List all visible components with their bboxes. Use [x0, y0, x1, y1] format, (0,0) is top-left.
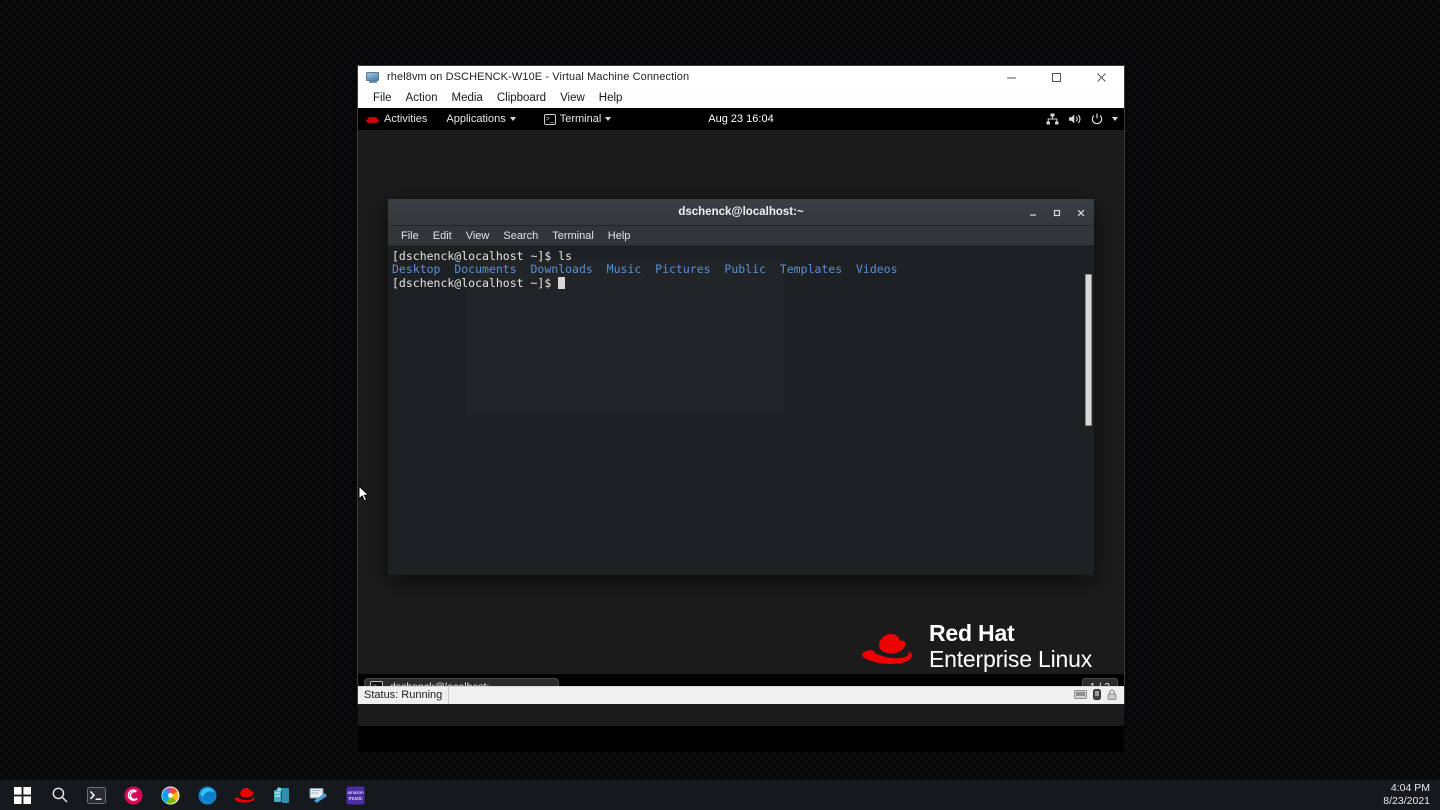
rhel-brand-line1: Red Hat [929, 620, 1015, 646]
terminal-titlebar[interactable]: dschenck@localhost:~ [388, 199, 1094, 226]
windows-taskbar: amazon music 4:04 PM 8/23/2021 [0, 780, 1440, 810]
teams-icon[interactable] [263, 780, 300, 810]
terminal-menu-view[interactable]: View [459, 228, 497, 244]
dir-templates: Templates [779, 262, 843, 277]
dir-music: Music [606, 262, 642, 277]
vm-window-controls [989, 66, 1124, 88]
vm-menu-file[interactable]: File [366, 90, 399, 106]
rhel-brand-line2: Enterprise Linux [929, 646, 1092, 672]
chevron-down-icon [605, 117, 612, 121]
terminal-window-controls [1024, 199, 1090, 226]
vm-menu-view[interactable]: View [553, 90, 592, 106]
svg-text:amazon: amazon [347, 790, 364, 795]
gnome-top-bar: Activities Applications >_ Terminal Aug … [358, 108, 1124, 130]
terminal-minimize-button[interactable] [1024, 204, 1042, 222]
chevron-down-icon [509, 117, 516, 121]
terminal-scrollbar[interactable] [1085, 274, 1092, 426]
svg-text:music: music [348, 796, 362, 802]
vm-menu-action[interactable]: Action [399, 90, 445, 106]
windows-terminal-icon[interactable] [78, 780, 115, 810]
terminal-line: [dschenck@localhost ~]$ [392, 275, 1088, 290]
amazon-music-icon[interactable]: amazon music [337, 780, 374, 810]
vm-status-bar: Status: Running [358, 686, 1124, 704]
debian-icon[interactable] [115, 780, 152, 810]
terminal-maximize-button[interactable] [1048, 204, 1066, 222]
windows-desktop: rhel8vm on DSCHENCK-W10E - Virtual Machi… [0, 0, 1440, 810]
terminal-menu-terminal[interactable]: Terminal [545, 228, 601, 244]
vm-status-icons [1074, 687, 1124, 705]
virtual-machine-icon [365, 69, 381, 85]
taskbar-clock-time: 4:04 PM [1390, 782, 1430, 794]
terminal-icon: >_ [543, 113, 556, 125]
vm-minimize-button[interactable] [989, 66, 1034, 88]
dir-public: Public [724, 262, 766, 277]
start-button[interactable] [4, 780, 41, 810]
vm-menu-media[interactable]: Media [445, 90, 490, 106]
taskbar-icons: amazon music [0, 780, 374, 810]
gnome-clock-label[interactable]: Aug 23 16:04 [700, 110, 781, 128]
terminal-prompt: [dschenck@localhost ~]$ [392, 249, 559, 263]
usb-device-icon[interactable] [1093, 687, 1101, 705]
taskbar-clock-date: 8/23/2021 [1383, 795, 1430, 807]
activities-button[interactable]: Activities [358, 113, 427, 125]
remote-desktop-icon[interactable] [300, 780, 337, 810]
network-icon [1046, 113, 1059, 125]
chevron-down-icon[interactable] [1112, 117, 1118, 121]
rhel-desktop: Activities Applications >_ Terminal Aug … [358, 108, 1124, 726]
vm-window-title: rhel8vm on DSCHENCK-W10E - Virtual Machi… [387, 71, 690, 83]
current-app-label: Terminal [559, 113, 602, 125]
virtual-machine-connection-window: rhel8vm on DSCHENCK-W10E - Virtual Machi… [358, 66, 1124, 752]
red-hat-enterprise-linux-branding: Red Hat Enterprise Linux [859, 622, 1092, 671]
gnome-terminal-window: dschenck@localhost:~ File Edit View Sear… [388, 199, 1094, 575]
vm-close-button[interactable] [1079, 66, 1124, 88]
dir-videos: Videos [855, 262, 898, 277]
colorful-app-icon[interactable] [152, 780, 189, 810]
lock-icon[interactable] [1107, 687, 1117, 705]
terminal-title: dschenck@localhost:~ [678, 206, 804, 218]
guest-screen[interactable]: Activities Applications >_ Terminal Aug … [358, 108, 1124, 752]
microsoft-edge-icon[interactable] [189, 780, 226, 810]
terminal-menu-bar: File Edit View Search Terminal Help [388, 226, 1094, 246]
terminal-output-area[interactable]: [dschenck@localhost ~]$ ls Desktop Docum… [388, 246, 1094, 575]
terminal-cursor [558, 276, 566, 289]
volume-icon [1068, 113, 1082, 125]
red-hat-icon [366, 114, 379, 124]
terminal-menu-file[interactable]: File [394, 228, 426, 244]
dir-desktop: Desktop [392, 262, 441, 277]
vm-window-titlebar[interactable]: rhel8vm on DSCHENCK-W10E - Virtual Machi… [358, 66, 1124, 88]
vm-menu-clipboard[interactable]: Clipboard [490, 90, 553, 106]
terminal-menu-edit[interactable]: Edit [426, 228, 459, 244]
search-icon[interactable] [41, 780, 78, 810]
display-icon[interactable] [1074, 687, 1087, 705]
terminal-line: [dschenck@localhost ~]$ ls [392, 249, 1088, 263]
vm-menu-help[interactable]: Help [592, 90, 630, 106]
applications-label: Applications [446, 113, 506, 125]
red-hat-icon[interactable] [226, 780, 263, 810]
dir-downloads: Downloads [530, 262, 593, 277]
taskbar-clock[interactable]: 4:04 PM 8/23/2021 [1383, 782, 1440, 808]
terminal-line: Desktop Documents Downloads Music Pictur… [392, 263, 1088, 276]
vm-maximize-button[interactable] [1034, 66, 1079, 88]
applications-menu[interactable]: Applications [439, 110, 522, 128]
terminal-prompt: [dschenck@localhost ~]$ [392, 275, 559, 290]
terminal-command: ls [558, 249, 573, 263]
rhel-wordmark: Red Hat Enterprise Linux [929, 622, 1092, 671]
vm-menu-bar: File Action Media Clipboard View Help [358, 88, 1124, 108]
terminal-menu-help[interactable]: Help [601, 228, 638, 244]
terminal-close-button[interactable] [1072, 204, 1090, 222]
vm-status-label: Status: Running [358, 687, 450, 704]
dir-pictures: Pictures [655, 262, 711, 277]
red-hat-logo [859, 626, 917, 668]
power-icon [1091, 113, 1103, 125]
current-app-menu[interactable]: >_ Terminal [537, 110, 619, 128]
dir-documents: Documents [454, 262, 517, 277]
terminal-menu-search[interactable]: Search [496, 228, 545, 244]
activities-label: Activities [384, 113, 428, 125]
gnome-status-area[interactable] [1046, 108, 1118, 130]
